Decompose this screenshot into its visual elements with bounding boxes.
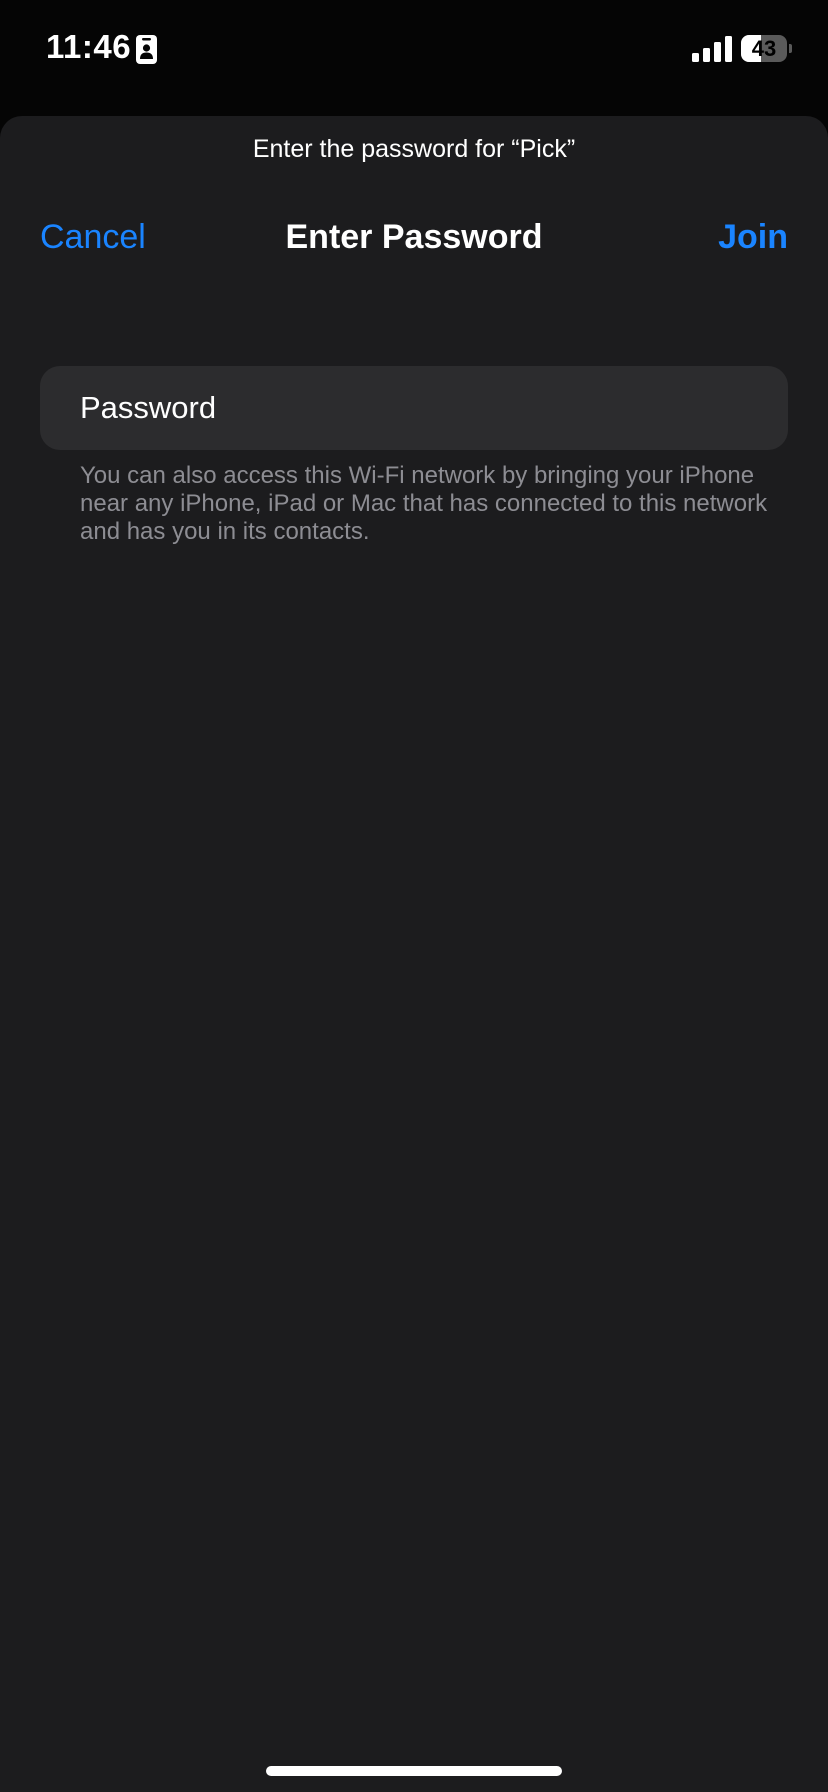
status-time: 11:46 bbox=[46, 28, 132, 65]
home-indicator[interactable] bbox=[266, 1766, 562, 1776]
password-sheet: Enter the password for “Pick” Cancel Ent… bbox=[0, 116, 828, 1792]
status-bar: 11:46 43 bbox=[0, 0, 828, 100]
battery-tip bbox=[789, 44, 792, 53]
join-button[interactable]: Join bbox=[718, 218, 788, 257]
network-prompt: Enter the password for “Pick” bbox=[252, 135, 576, 163]
id-card-icon bbox=[136, 35, 157, 64]
password-field[interactable] bbox=[40, 366, 788, 450]
screen: 11:46 43 Enter the password for “Pick” C… bbox=[0, 0, 828, 1792]
cancel-button[interactable]: Cancel bbox=[40, 218, 146, 257]
battery-icon: 43 bbox=[741, 35, 792, 62]
wifi-sharing-note: You can also access this Wi-Fi network b… bbox=[80, 462, 768, 545]
battery-body: 43 bbox=[741, 35, 787, 62]
cellular-signal-icon bbox=[692, 36, 732, 62]
battery-level: 43 bbox=[751, 36, 777, 61]
password-input[interactable] bbox=[80, 390, 788, 426]
